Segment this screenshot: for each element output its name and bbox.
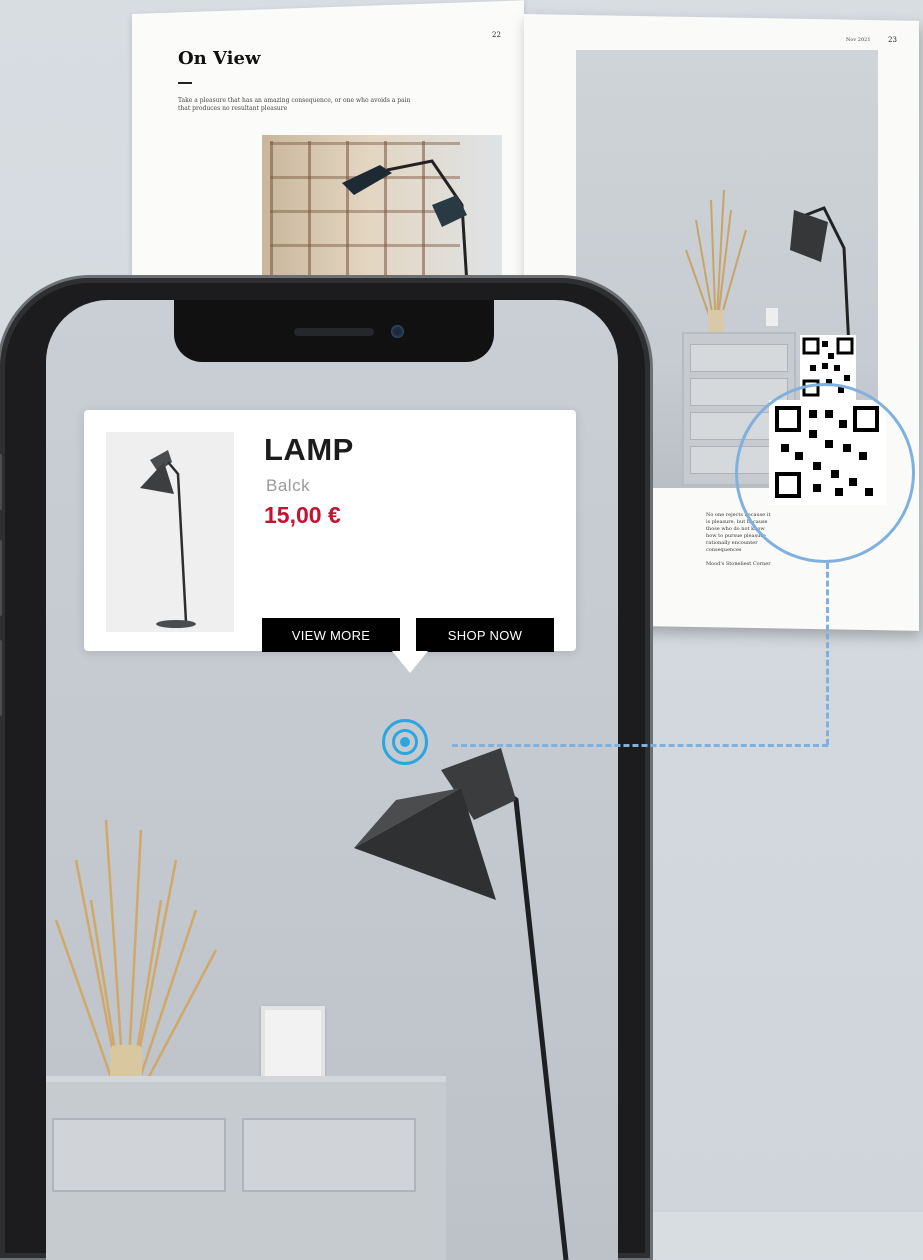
- wall-lamp-icon: [342, 159, 469, 285]
- page-number-left: 22: [492, 31, 501, 39]
- product-color: Balck: [266, 476, 311, 495]
- magazine-body-text: Take a pleasure that has an amazing cons…: [178, 97, 411, 112]
- qr-magnifier-circle: [735, 383, 915, 563]
- side-button: [0, 454, 2, 510]
- product-card: LAMP Balck 15,00 € VIEW MORE SHOP NOW: [84, 410, 576, 652]
- magazine-heading: On View: [178, 48, 261, 69]
- smartphone: LAMP Balck 15,00 € VIEW MORE SHOP NOW: [0, 278, 650, 1260]
- connector-line-vertical: [826, 563, 829, 745]
- target-icon[interactable]: [382, 719, 428, 765]
- card-pointer: [392, 651, 428, 673]
- magazine-photo-left: [262, 135, 502, 285]
- page-number-right: 23: [888, 36, 897, 44]
- drawer: [52, 1118, 226, 1192]
- side-button: [0, 640, 2, 716]
- phone-notch: [174, 300, 494, 362]
- speaker-grille: [294, 328, 374, 336]
- view-more-button[interactable]: VIEW MORE: [262, 618, 400, 652]
- phone-screen: LAMP Balck 15,00 € VIEW MORE SHOP NOW: [46, 300, 618, 1260]
- scene-dresser: [46, 1076, 446, 1260]
- page-date: Nov 2021: [846, 37, 871, 43]
- lamp-icon: [140, 450, 196, 628]
- drawer: [242, 1118, 416, 1192]
- side-button: [0, 540, 2, 616]
- drawer: [690, 344, 788, 372]
- product-price: 15,00 €: [264, 502, 341, 528]
- caption-credit: Mood's Stoneliest Corner: [706, 561, 771, 567]
- product-title: LAMP: [264, 432, 354, 467]
- shop-now-button[interactable]: SHOP NOW: [416, 618, 554, 652]
- camera-icon: [391, 325, 404, 338]
- heading-rule: [178, 82, 192, 84]
- connector-line-horizontal: [452, 744, 828, 747]
- product-image[interactable]: [106, 432, 234, 632]
